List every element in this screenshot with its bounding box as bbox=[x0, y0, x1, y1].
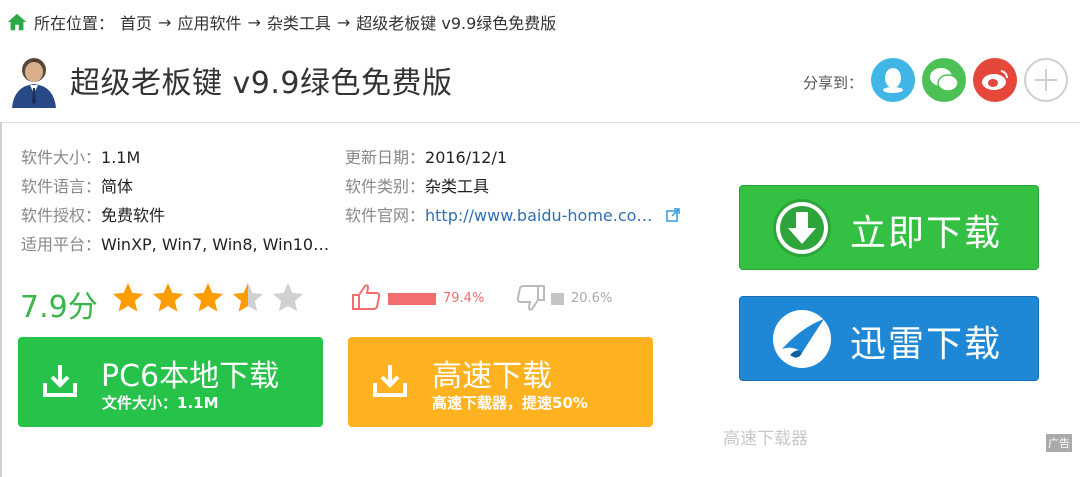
pc6-download-title: PC6本地下载 bbox=[101, 359, 280, 394]
download-now-button[interactable]: 立即下载 bbox=[739, 185, 1039, 270]
downvote-percent: 20.6% bbox=[571, 291, 613, 306]
thumbs-up-icon[interactable] bbox=[351, 283, 383, 311]
star-icon bbox=[153, 283, 183, 312]
breadcrumb-sep: → bbox=[247, 12, 261, 32]
license-value: 免费软件 bbox=[101, 206, 166, 225]
breadcrumb-misc-tools[interactable]: 杂类工具 bbox=[267, 10, 331, 34]
info-date: 更新日期：2016/12/1 bbox=[345, 148, 507, 168]
size-label: 软件大小： bbox=[21, 148, 102, 167]
high-speed-download-title: 高速下载 bbox=[432, 359, 552, 394]
breadcrumb: 所在位置： 首页 → 应用软件 → 杂类工具 → 超级老板键 v9.9绿色免费版 bbox=[6, 8, 556, 36]
watermark: 安全帮 bbox=[922, 414, 1036, 449]
download-now-label: 立即下载 bbox=[850, 213, 1003, 254]
star-rating bbox=[110, 280, 306, 316]
platform-value: WinXP, Win7, Win8, Win10… bbox=[101, 235, 330, 254]
download-icon bbox=[43, 365, 77, 397]
info-license: 软件授权：免费软件 bbox=[21, 206, 165, 226]
high-speed-download-button[interactable]: 高速下载 高速下载器，提速50% bbox=[348, 337, 653, 427]
date-value: 2016/12/1 bbox=[425, 148, 508, 167]
plus-icon bbox=[1035, 69, 1057, 91]
breadcrumb-sep: → bbox=[336, 12, 351, 32]
share-label: 分享到： bbox=[803, 74, 864, 92]
weibo-icon bbox=[982, 70, 1009, 90]
category-value: 杂类工具 bbox=[425, 177, 490, 196]
xunlei-download-label: 迅雷下载 bbox=[850, 324, 1003, 365]
size-value: 1.1M bbox=[101, 148, 141, 167]
qq-icon bbox=[883, 68, 903, 93]
info-language: 软件语言：简体 bbox=[21, 177, 133, 197]
share-qq-button[interactable] bbox=[871, 58, 915, 102]
platform-label: 适用平台： bbox=[21, 235, 102, 254]
header-divider bbox=[0, 122, 1080, 123]
xunlei-bird-icon bbox=[773, 310, 831, 368]
breadcrumb-home[interactable]: 首页 bbox=[120, 10, 152, 34]
category-label: 软件类别： bbox=[345, 177, 426, 196]
pc6-local-download-button[interactable]: PC6本地下载 文件大小：1.1M bbox=[18, 337, 323, 427]
download-icon bbox=[373, 365, 407, 397]
language-value: 简体 bbox=[101, 177, 134, 196]
page-title: 超级老板键 v9.9绿色免费版 bbox=[70, 66, 453, 101]
share-wechat-button[interactable] bbox=[922, 58, 966, 102]
high-speed-download-subtitle: 高速下载器，提速50% bbox=[432, 394, 588, 412]
download-circle-icon bbox=[773, 199, 831, 257]
watermark-text: 安全帮 bbox=[964, 420, 1036, 448]
share-weibo-button[interactable] bbox=[973, 58, 1017, 102]
rating-score: 7.9分 bbox=[20, 290, 98, 325]
wechat-icon bbox=[930, 68, 959, 92]
upvote-percent: 79.4% bbox=[443, 291, 485, 306]
breadcrumb-prefix: 所在位置： bbox=[34, 14, 115, 33]
breadcrumb-apps[interactable]: 应用软件 bbox=[177, 10, 241, 34]
info-website: 软件官网：http://www.baidu-home.co… bbox=[345, 206, 680, 226]
website-label: 软件官网： bbox=[345, 206, 426, 225]
share-more-button[interactable] bbox=[1024, 58, 1068, 102]
info-platform: 适用平台：WinXP, Win7, Win8, Win10… bbox=[21, 235, 329, 255]
star-icon bbox=[193, 283, 223, 312]
ad-badge: 广告 bbox=[1046, 434, 1072, 452]
external-link-icon[interactable] bbox=[665, 208, 680, 222]
info-size: 软件大小：1.1M bbox=[21, 148, 140, 168]
website-link[interactable]: http://www.baidu-home.co… bbox=[425, 206, 652, 225]
half-star-icon bbox=[233, 283, 263, 312]
upvote-bar bbox=[388, 293, 436, 305]
thumbs-down-icon[interactable] bbox=[514, 284, 546, 312]
wechat-watermark-icon bbox=[923, 417, 958, 445]
xunlei-download-button[interactable]: 迅雷下载 bbox=[739, 296, 1039, 381]
breadcrumb-sep: → bbox=[158, 12, 172, 32]
software-avatar-icon bbox=[12, 58, 56, 108]
content-border bbox=[0, 122, 2, 477]
info-category: 软件类别：杂类工具 bbox=[345, 177, 489, 197]
license-label: 软件授权： bbox=[21, 206, 102, 225]
breadcrumb-current: 超级老板键 v9.9绿色免费版 bbox=[356, 14, 557, 33]
star-icon bbox=[113, 283, 143, 312]
home-icon[interactable] bbox=[6, 11, 28, 33]
language-label: 软件语言： bbox=[21, 177, 102, 196]
downloader-ad-text: 高速下载器 bbox=[723, 429, 808, 449]
empty-star-icon bbox=[273, 283, 303, 312]
date-label: 更新日期： bbox=[345, 148, 426, 167]
downvote-bar bbox=[551, 293, 564, 305]
pc6-download-subtitle: 文件大小：1.1M bbox=[102, 394, 219, 412]
